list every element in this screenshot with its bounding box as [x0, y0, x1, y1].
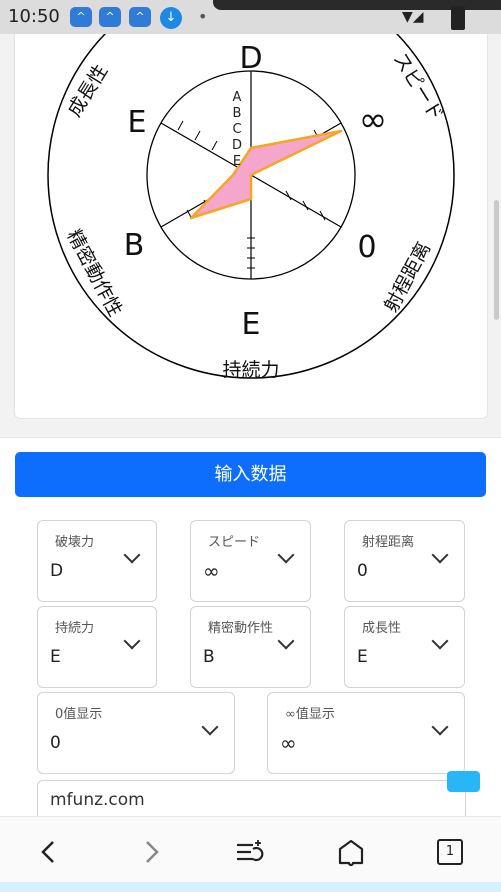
scale-label-a: A [233, 90, 242, 105]
download-icon: ↓ [160, 7, 182, 29]
chevron-down-icon [431, 632, 449, 650]
grade-destroy: D [239, 41, 262, 76]
chevron-down-icon [123, 546, 141, 564]
watermark-field: mfunz.com [37, 780, 466, 820]
inf-display-select[interactable]: ∞值显示 ∞ [267, 692, 465, 774]
speed-value: ∞ [203, 559, 220, 583]
destroy-select[interactable]: 破壊力 D [37, 520, 157, 602]
scale-label-b: B [233, 106, 242, 121]
growth-label: 成長性 [362, 621, 402, 636]
grade-speed: ∞ [359, 100, 387, 140]
home-icon[interactable] [336, 837, 366, 867]
destroy-label: 破壊力 [55, 535, 95, 550]
range-label: 射程距离 [362, 535, 415, 550]
back-icon[interactable] [34, 837, 64, 867]
status-time: 10:50 [8, 6, 60, 27]
speed-label: スピード [208, 535, 261, 550]
browser-navbar: 1 [0, 816, 501, 892]
chevron-down-icon [431, 718, 449, 736]
zero-display-select[interactable]: 0值显示 0 [37, 692, 235, 774]
radar-chart: A B C D E D ∞ 0 E B E 成長性 スピード 射程距离 持続力 … [47, 34, 455, 381]
chevron-down-icon [123, 632, 141, 650]
axis-name-precision: 精密動作性 [62, 226, 126, 320]
page-scrollbar[interactable] [494, 200, 499, 320]
more-notifications-dot: • [198, 7, 208, 26]
grade-endurance: E [242, 307, 261, 342]
endurance-value: E [50, 647, 61, 667]
watermark-text: mfunz.com [50, 790, 145, 810]
status-bar: 10:50 ^ ^ ^ ↓ • ▼◢ [0, 0, 501, 34]
growth-select[interactable]: 成長性 E [344, 606, 465, 688]
chevron-down-icon [201, 718, 219, 736]
range-value: 0 [357, 561, 368, 581]
endurance-label: 持続力 [55, 621, 95, 636]
inf-display-value: ∞ [280, 731, 297, 755]
scale-label-c: C [232, 122, 241, 137]
battery-icon [451, 6, 465, 30]
axis-name-endurance: 持続力 [222, 359, 279, 381]
zero-display-label: 0值显示 [55, 707, 103, 722]
chevron-down-icon [277, 546, 295, 564]
app-notification-icon: ^ [129, 7, 151, 27]
app-notification-icon: ^ [99, 7, 121, 27]
scale-label-e: E [233, 154, 241, 169]
input-data-button[interactable]: 输入数据 [15, 452, 486, 497]
zero-display-value: 0 [50, 733, 61, 753]
grade-precision: B [124, 228, 145, 263]
signal-icon: ▼◢ [402, 9, 424, 25]
radar-card: A B C D E D ∞ 0 E B E 成長性 スピード 射程距离 持続力 … [14, 34, 488, 419]
grade-range: 0 [357, 230, 376, 265]
precision-value: B [203, 647, 215, 667]
forward-icon[interactable] [136, 837, 166, 867]
range-select[interactable]: 射程距离 0 [344, 520, 465, 602]
axis-name-growth: 成長性 [63, 61, 112, 121]
speed-select[interactable]: スピード ∞ [190, 520, 311, 602]
app-notification-icon: ^ [70, 7, 92, 27]
endurance-select[interactable]: 持続力 E [37, 606, 157, 688]
floating-tab[interactable] [447, 771, 480, 792]
inf-display-label: ∞值显示 [285, 707, 335, 722]
precision-select[interactable]: 精密動作性 B [190, 606, 311, 688]
precision-label: 精密動作性 [208, 621, 274, 636]
tab-count-icon[interactable]: 1 [437, 839, 463, 865]
grade-growth: E [128, 105, 147, 140]
growth-value: E [357, 647, 368, 667]
chevron-down-icon [277, 632, 295, 650]
chevron-down-icon [431, 546, 449, 564]
tabs-menu-icon[interactable] [235, 837, 265, 867]
destroy-value: D [50, 561, 64, 581]
scale-label-d: D [232, 138, 242, 153]
